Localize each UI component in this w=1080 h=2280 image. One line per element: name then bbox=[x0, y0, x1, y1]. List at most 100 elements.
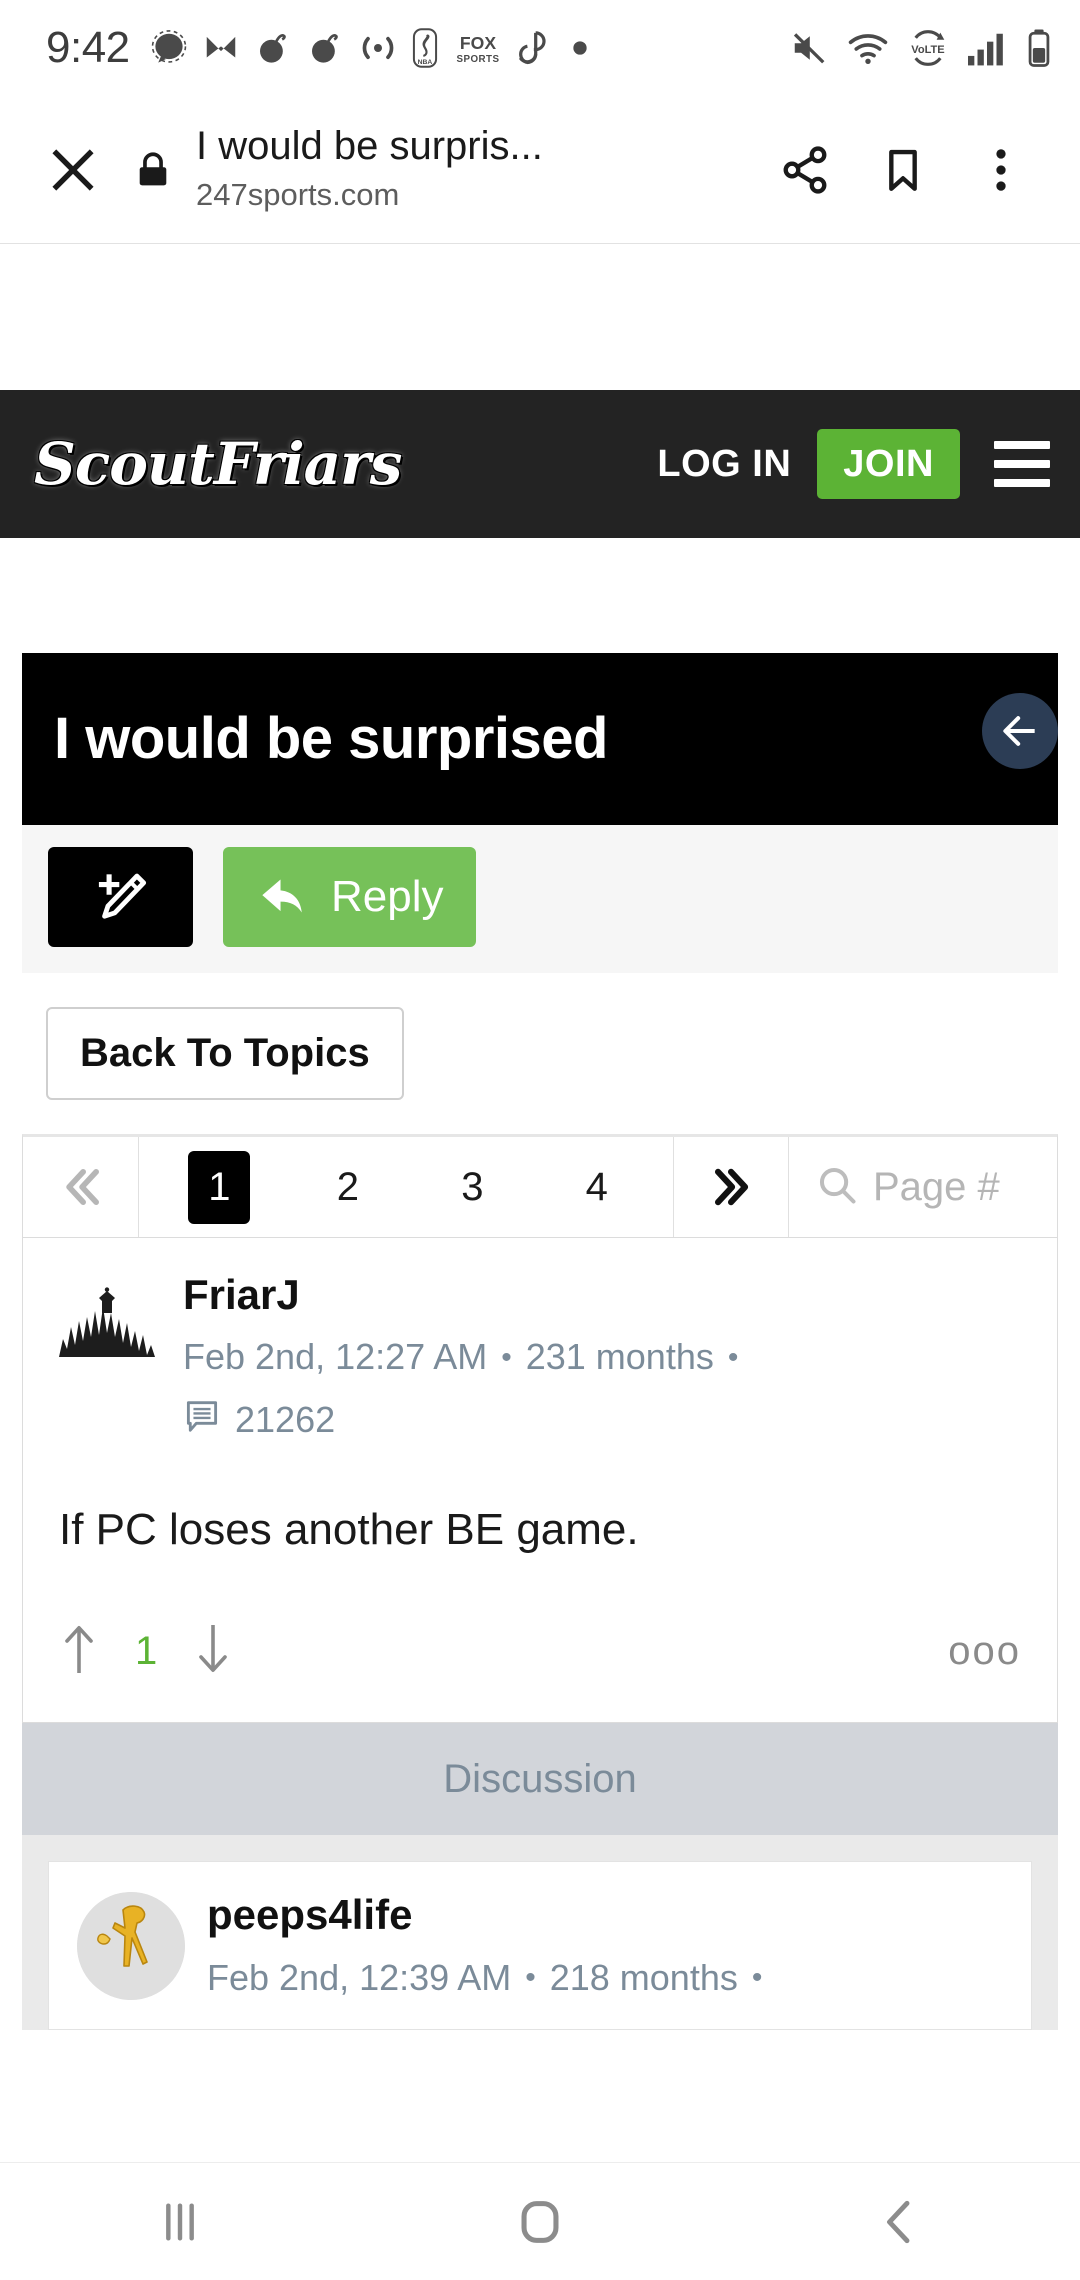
podcast-app-icon bbox=[254, 29, 292, 67]
login-link[interactable]: LOG IN bbox=[657, 443, 791, 486]
svg-text:NBA: NBA bbox=[417, 59, 432, 66]
comment-icon bbox=[183, 1397, 221, 1444]
wifi-icon bbox=[846, 29, 890, 67]
arrow-down-icon[interactable] bbox=[193, 1621, 233, 1682]
broadcast-icon bbox=[358, 29, 398, 67]
search-icon bbox=[815, 1163, 859, 1212]
thread-title-bar: I would be surprised bbox=[22, 653, 1058, 825]
page-number-1[interactable]: 1 bbox=[188, 1150, 251, 1224]
reply-item: peeps4life Feb 2nd, 12:39 AM • 218 month… bbox=[48, 1861, 1032, 2031]
signal-icon bbox=[966, 29, 1008, 67]
status-bar: 9:42 NBA FOX SPORTS VoLTE bbox=[0, 0, 1080, 96]
more-horizontal-icon[interactable]: ooo bbox=[948, 1629, 1021, 1674]
hamburger-menu-icon[interactable] bbox=[986, 441, 1050, 487]
site-header: ScoutFriars LOG IN JOIN bbox=[0, 390, 1080, 538]
svg-text:VoLTE: VoLTE bbox=[911, 44, 944, 56]
vote-group: 1 bbox=[59, 1621, 233, 1682]
reply-header: peeps4life Feb 2nd, 12:39 AM • 218 month… bbox=[77, 1892, 1003, 2001]
meta-separator-dot: • bbox=[751, 1961, 763, 1995]
reply-arrow-icon bbox=[255, 870, 313, 925]
reply-tenure: 218 months bbox=[549, 1956, 738, 1998]
browser-toolbar: I would be surpris... 247sports.com bbox=[0, 96, 1080, 244]
meta-separator-dot: • bbox=[525, 1961, 536, 1995]
page-search-placeholder: Page # bbox=[873, 1164, 1000, 1209]
hamburger-line bbox=[994, 460, 1050, 468]
back-to-topics-button[interactable]: Back To Topics bbox=[46, 1007, 404, 1100]
back-to-top-button[interactable] bbox=[982, 693, 1058, 769]
status-right-icons: VoLTE bbox=[788, 28, 1054, 68]
reply-button[interactable]: Reply bbox=[223, 847, 476, 947]
post-actions: 1 ooo bbox=[53, 1559, 1027, 1722]
lock-icon bbox=[116, 149, 190, 191]
page-number-2[interactable]: 2 bbox=[321, 1165, 375, 1210]
post-body: If PC loses another BE game. bbox=[59, 1504, 639, 1554]
post-count-value: 21262 bbox=[235, 1399, 336, 1441]
double-chevron-left-icon[interactable] bbox=[23, 1137, 139, 1237]
page-number-3[interactable]: 3 bbox=[445, 1165, 499, 1210]
back-chevron-icon[interactable] bbox=[820, 2194, 980, 2250]
page-whitespace bbox=[0, 244, 1080, 390]
post-meta: FriarJ Feb 2nd, 12:27 AM • 231 months • bbox=[183, 1271, 1027, 1444]
pagination: 1 2 3 4 Page # bbox=[22, 1134, 1058, 1238]
svg-text:SPORTS: SPORTS bbox=[456, 54, 499, 65]
thread-action-bar: Reply bbox=[22, 825, 1058, 973]
vote-count: 1 bbox=[135, 1629, 158, 1674]
page-url: 247sports.com bbox=[196, 177, 400, 213]
messages-icon bbox=[150, 29, 188, 67]
share-icon[interactable] bbox=[756, 144, 854, 196]
reply-username[interactable]: peeps4life bbox=[207, 1892, 1003, 1938]
home-icon[interactable] bbox=[460, 2193, 620, 2251]
hamburger-line bbox=[994, 441, 1050, 449]
link-app-icon bbox=[518, 28, 554, 68]
header-actions: LOG IN JOIN bbox=[657, 429, 1050, 499]
reply-meta: peeps4life Feb 2nd, 12:39 AM • 218 month… bbox=[207, 1892, 1003, 2001]
back-to-topics-wrapper: Back To Topics bbox=[0, 973, 1080, 1100]
main-content: I would be surprised Reply Back To Topic… bbox=[0, 653, 1080, 2031]
post-tenure: 231 months bbox=[525, 1336, 714, 1378]
reply-submeta: Feb 2nd, 12:39 AM • 218 months • bbox=[207, 1955, 1003, 2002]
post-count-row: 21262 bbox=[183, 1397, 1027, 1444]
post-item: FriarJ Feb 2nd, 12:27 AM • 231 months • bbox=[22, 1238, 1058, 1724]
mail-icon bbox=[202, 29, 240, 67]
volte-icon: VoLTE bbox=[906, 28, 950, 68]
post-header: FriarJ Feb 2nd, 12:27 AM • 231 months • bbox=[53, 1271, 1027, 1444]
hamburger-line bbox=[994, 479, 1050, 487]
nba-icon: NBA bbox=[412, 28, 438, 68]
join-button[interactable]: JOIN bbox=[817, 429, 960, 499]
post-username[interactable]: FriarJ bbox=[183, 1271, 1027, 1318]
post-date: Feb 2nd, 12:27 AM bbox=[183, 1336, 488, 1378]
golden-figure-avatar[interactable] bbox=[77, 1892, 185, 2001]
site-logo[interactable]: ScoutFriars bbox=[34, 430, 402, 498]
discussion-label: Discussion bbox=[443, 1756, 637, 1801]
status-left-icons: NBA FOX SPORTS bbox=[150, 28, 788, 68]
bookmark-icon[interactable] bbox=[854, 145, 952, 195]
podcast-app-icon-2 bbox=[306, 29, 344, 67]
page-number-4[interactable]: 4 bbox=[570, 1165, 624, 1210]
battery-icon bbox=[1024, 28, 1054, 68]
double-chevron-right-icon[interactable] bbox=[673, 1137, 789, 1237]
page-number-list: 1 2 3 4 bbox=[139, 1137, 673, 1237]
dot-icon bbox=[568, 29, 592, 67]
fox-sports-icon: FOX SPORTS bbox=[452, 29, 504, 67]
meta-separator-dot: • bbox=[501, 1341, 512, 1375]
meta-separator-dot: • bbox=[727, 1341, 739, 1375]
skyline-avatar[interactable] bbox=[53, 1272, 161, 1380]
svg-text:FOX: FOX bbox=[460, 33, 496, 53]
compose-pencil-icon[interactable] bbox=[48, 847, 193, 947]
post-submeta: Feb 2nd, 12:27 AM • 231 months • bbox=[183, 1334, 1027, 1381]
mute-icon bbox=[788, 29, 830, 67]
replies-container: peeps4life Feb 2nd, 12:39 AM • 218 month… bbox=[22, 1835, 1058, 2031]
thread-title: I would be surprised bbox=[54, 706, 608, 772]
address-bar[interactable]: I would be surpris... 247sports.com bbox=[190, 123, 756, 216]
arrow-up-icon[interactable] bbox=[59, 1621, 99, 1682]
reply-label: Reply bbox=[331, 872, 444, 921]
page-search-input[interactable]: Page # bbox=[789, 1137, 1057, 1237]
page-title: I would be surpris... bbox=[196, 123, 543, 168]
close-icon[interactable] bbox=[30, 142, 116, 198]
discussion-divider: Discussion bbox=[22, 1723, 1058, 1836]
system-navigation-bar bbox=[0, 2162, 1080, 2280]
status-clock: 9:42 bbox=[46, 23, 130, 72]
reply-date: Feb 2nd, 12:39 AM bbox=[207, 1956, 512, 1998]
more-vertical-icon[interactable] bbox=[952, 145, 1050, 195]
recents-icon[interactable] bbox=[100, 2194, 260, 2250]
